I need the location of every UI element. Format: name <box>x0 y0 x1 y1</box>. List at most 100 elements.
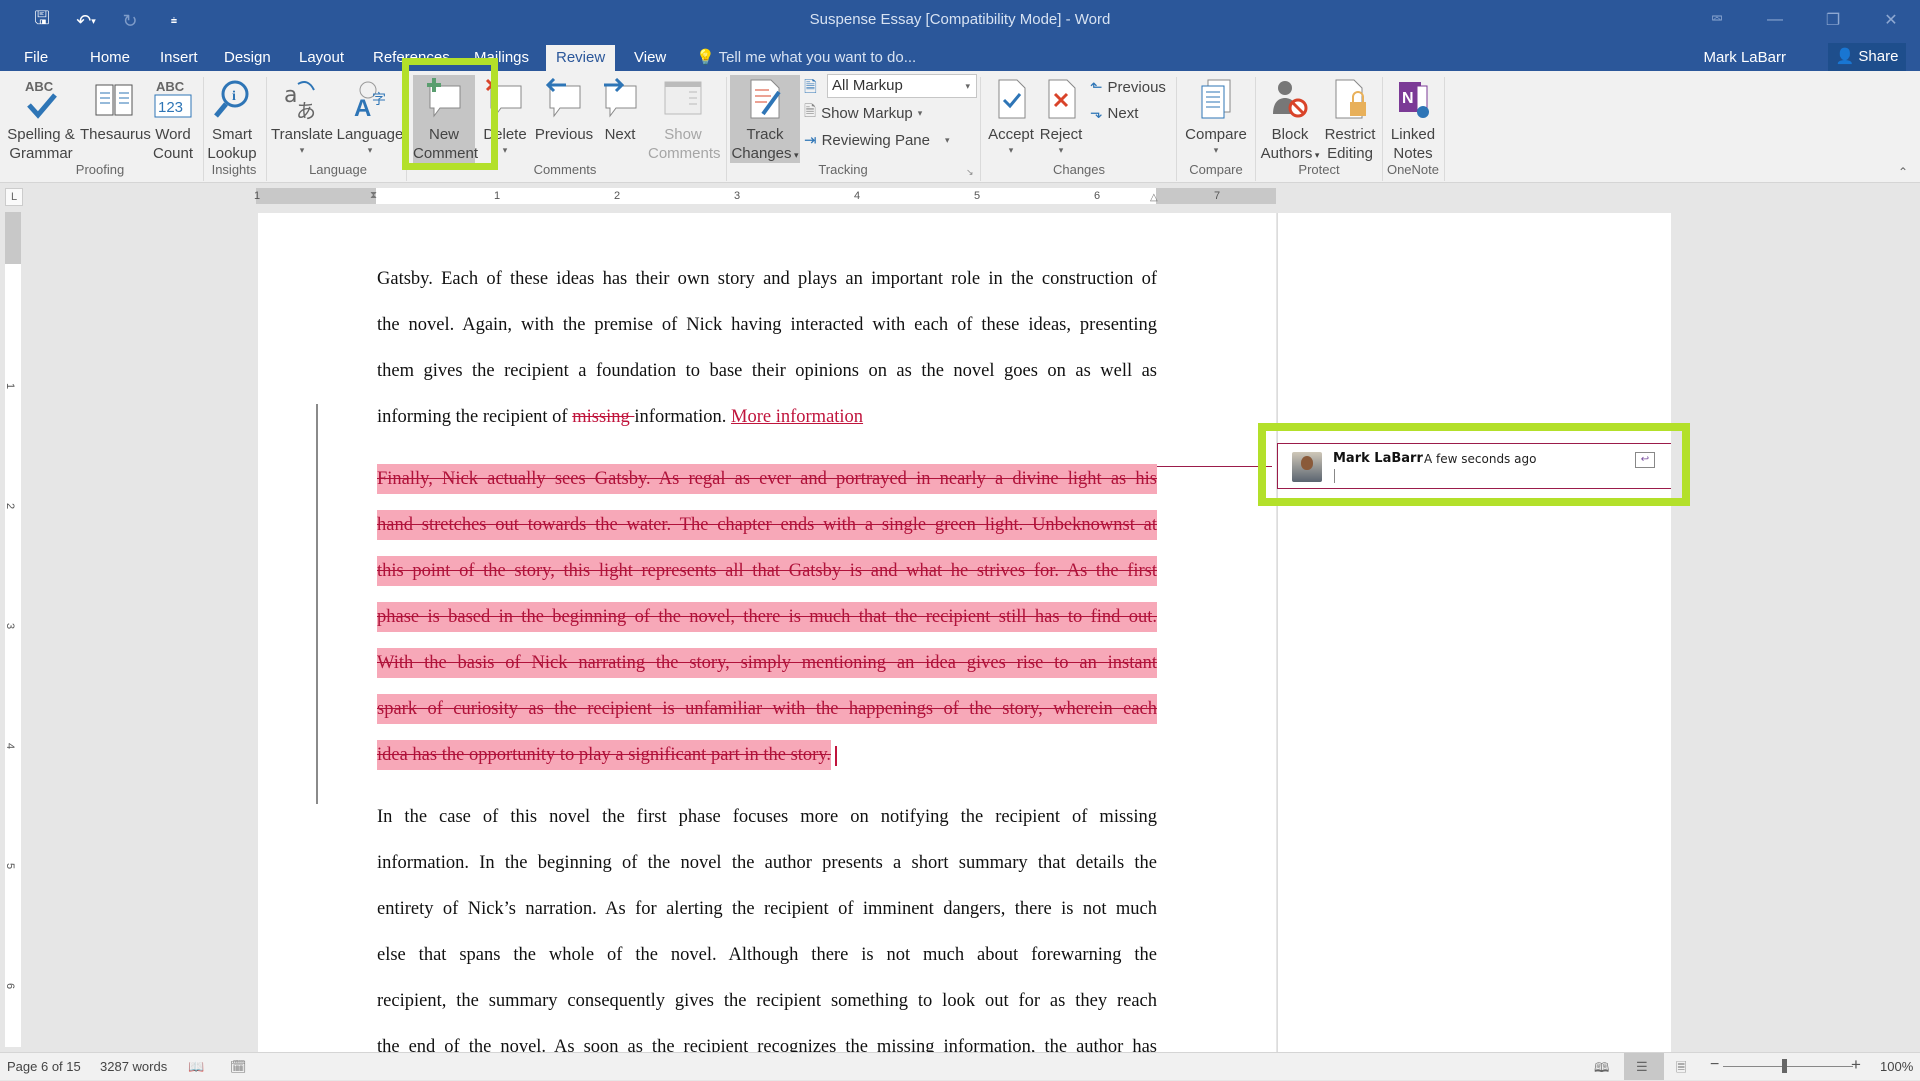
dialog-launcher-icon[interactable]: ↘ <box>966 167 974 178</box>
zoom-slider[interactable] <box>1723 1066 1853 1067</box>
ruler-number: 6 <box>1094 190 1101 202</box>
deleted-line: spark of curiosity as the recipient is u… <box>377 686 1157 732</box>
minimize-icon[interactable]: — <box>1746 0 1804 40</box>
translate-icon: aあ <box>270 75 334 125</box>
new-comment-highlight <box>402 58 498 170</box>
ruler-number: 1 <box>254 190 261 202</box>
accept-button[interactable]: Accept ▾ <box>984 75 1038 156</box>
user-name[interactable]: Mark LaBarr <box>1703 45 1786 71</box>
web-layout-icon[interactable]: 🗏 <box>1676 1059 1686 1081</box>
zoom-out-button[interactable]: − <box>1710 1056 1719 1074</box>
text-line: the novel. Again, with the premise of Ni… <box>377 315 1157 335</box>
macro-recording-icon[interactable]: 🗓 <box>230 1059 247 1075</box>
word-count[interactable]: 3287 words <box>100 1059 167 1074</box>
right-indent-marker[interactable]: △ <box>1150 192 1158 203</box>
next-change-button[interactable]: ⬎ Next <box>1090 101 1138 125</box>
page-indicator[interactable]: Page 6 of 15 <box>7 1059 81 1074</box>
restrict-editing-button[interactable]: Restrict Editing <box>1322 75 1378 163</box>
deleted-line: hand stretches out towards the water. Th… <box>377 502 1157 548</box>
tab-home[interactable]: Home <box>80 45 140 71</box>
thesaurus-button[interactable]: Thesaurus <box>80 75 151 144</box>
svg-text:123: 123 <box>158 99 183 116</box>
previous-change-button[interactable]: ⬑ Previous <box>1090 75 1166 99</box>
restore-icon[interactable]: ❐ <box>1804 0 1862 40</box>
word-count-button[interactable]: ABC 123 Word Count <box>151 75 195 163</box>
previous-comment-button[interactable]: Previous <box>534 75 594 144</box>
vertical-ruler[interactable] <box>5 212 21 1047</box>
close-icon[interactable]: ✕ <box>1862 0 1920 40</box>
print-layout-icon[interactable]: ☰ <box>1636 1059 1648 1075</box>
tab-view[interactable]: View <box>624 45 676 71</box>
share-button[interactable]: 👤 Share <box>1828 43 1906 71</box>
inserted-text: More information <box>731 407 864 427</box>
next-comment-icon <box>596 75 644 125</box>
group-separator <box>726 77 727 181</box>
reject-button[interactable]: Reject ▾ <box>1036 75 1086 156</box>
tab-selector[interactable]: L <box>5 188 23 206</box>
ruler-number: 4 <box>4 742 17 750</box>
svg-text:N: N <box>1402 90 1414 107</box>
tab-layout[interactable]: Layout <box>289 45 354 71</box>
collapse-ribbon-icon[interactable]: ⌃ <box>1898 165 1908 179</box>
tell-me-search[interactable]: 💡 Tell me what you want to do... <box>696 45 916 71</box>
track-changes-button[interactable]: Track Changes ▾ <box>730 75 800 163</box>
spelling-grammar-button[interactable]: ABC Spelling & Grammar <box>4 75 78 163</box>
show-markup-icon: 🗎 <box>804 102 817 120</box>
group-label-proofing: Proofing <box>75 162 125 177</box>
share-person-icon: 👤 <box>1835 48 1855 65</box>
next-comment-button[interactable]: Next <box>596 75 644 144</box>
proofing-status-icon[interactable]: 📖 <box>188 1059 204 1075</box>
previous-change-icon: ⬑ <box>1090 79 1103 96</box>
show-markup-button[interactable]: 🗎 Show Markup ▾ <box>804 101 922 125</box>
compare-button[interactable]: Compare ▾ <box>1180 75 1252 156</box>
zoom-level[interactable]: 100% <box>1880 1059 1913 1074</box>
tab-insert[interactable]: Insert <box>150 45 208 71</box>
read-mode-icon[interactable]: 🕮 <box>1594 1059 1609 1081</box>
status-bar: Page 6 of 15 3287 words 📖 🗓 🕮 ☰ 🗏 − + 10… <box>0 1052 1920 1080</box>
deleted-line: idea has the opportunity to play a signi… <box>377 732 1157 778</box>
tab-design[interactable]: Design <box>214 45 281 71</box>
linked-notes-button[interactable]: N Linked Notes <box>1386 75 1440 163</box>
display-for-review-icon: 🗎 <box>804 79 817 96</box>
document-body[interactable]: Gatsby. Each of these ideas has their ow… <box>377 256 1157 1070</box>
document-title: Suspense Essay [Compatibility Mode] - Wo… <box>809 11 1111 28</box>
language-button[interactable]: A字 Language ▾ <box>336 75 404 156</box>
group-separator <box>266 77 267 181</box>
text-line: else that spans the whole of the novel. … <box>377 945 1157 965</box>
group-label-insights: Insights <box>211 162 257 177</box>
word-count-icon: ABC 123 <box>151 75 195 125</box>
title-bar: 🖫 ↶ ▾ ↻ ⩧ Suspense Essay [Compatibility M… <box>0 0 1920 42</box>
reviewing-pane-icon: ⇥ <box>804 132 817 149</box>
previous-comment-icon <box>534 75 594 125</box>
ruler-number: 1 <box>4 382 17 390</box>
ribbon: ABC Spelling & Grammar Thesaurus ABC 123 W… <box>0 71 1920 183</box>
block-authors-button[interactable]: Block Authors ▾ <box>1260 75 1320 165</box>
group-separator <box>1382 77 1383 181</box>
smart-lookup-button[interactable]: i Smart Lookup <box>207 75 257 163</box>
group-label-changes: Changes <box>1052 162 1106 177</box>
svg-text:字: 字 <box>372 92 386 108</box>
ruler-number: 2 <box>4 502 17 510</box>
tab-review[interactable]: Review <box>546 45 616 71</box>
deleted-line: Finally, Nick actually sees Gatsby. As r… <box>377 456 1157 502</box>
translate-button[interactable]: aあ Translate ▾ <box>270 75 334 156</box>
reviewing-pane-button[interactable]: ⇥ Reviewing Pane ▾ <box>804 128 950 152</box>
zoom-in-button[interactable]: + <box>1851 1055 1861 1075</box>
paragraph: In the case of this novel the first phas… <box>377 794 1157 1070</box>
group-label-compare: Compare <box>1189 162 1243 177</box>
vertical-ruler-margin <box>5 212 21 264</box>
group-separator <box>1255 77 1256 181</box>
lightbulb-icon: 💡 <box>696 49 715 66</box>
first-line-indent-marker[interactable]: ⧗ <box>370 190 377 201</box>
paragraph: Gatsby. Each of these ideas has their ow… <box>377 256 1157 440</box>
smart-lookup-icon: i <box>207 75 257 125</box>
show-comments-button[interactable]: Show Comments <box>648 75 721 163</box>
markup-area <box>1277 213 1671 1053</box>
deleted-paragraph: Finally, Nick actually sees Gatsby. As r… <box>377 456 1157 778</box>
zoom-slider-thumb[interactable] <box>1782 1059 1787 1073</box>
ribbon-display-options-icon[interactable]: ⮹ <box>1688 0 1746 40</box>
tab-file[interactable]: File <box>14 45 58 71</box>
ruler-number: 5 <box>4 862 17 870</box>
change-bar <box>316 404 318 804</box>
display-for-review-select[interactable]: All Markup ▾ <box>827 74 977 98</box>
